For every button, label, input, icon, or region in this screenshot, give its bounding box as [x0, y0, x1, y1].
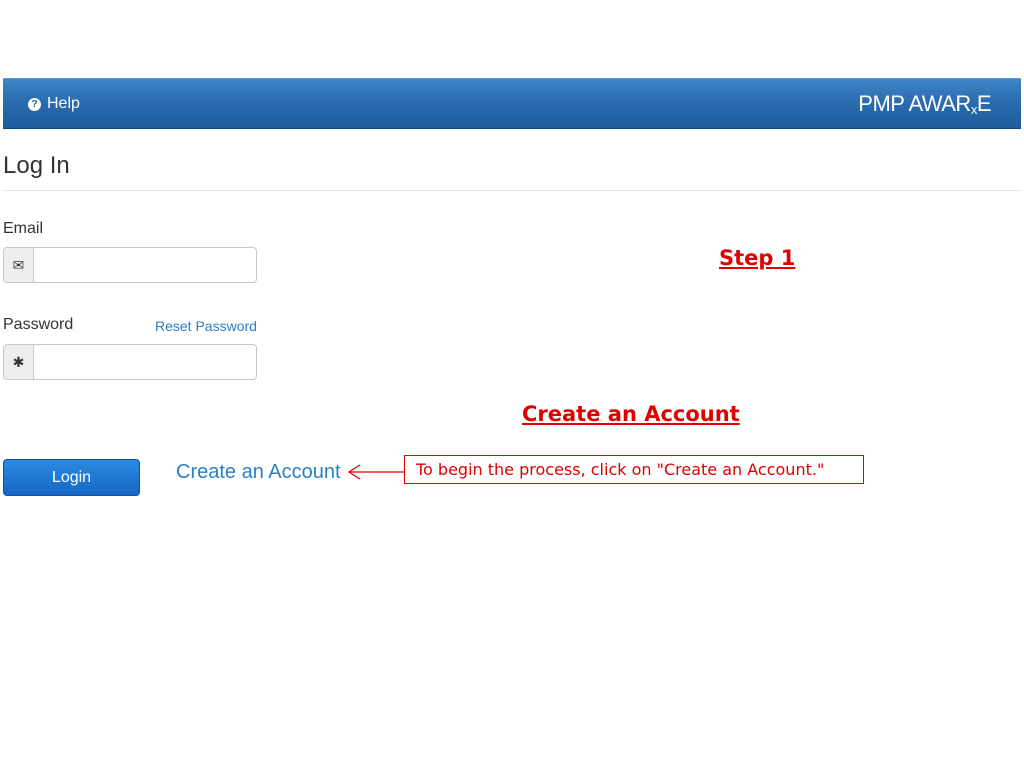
email-label: Email [3, 220, 44, 237]
top-navigation-bar: ? Help PMP AWARxE [3, 78, 1021, 129]
envelope-icon: ✉ [4, 248, 34, 282]
brand-main: PMP AWAR [858, 91, 971, 116]
password-field: ✱ [3, 344, 257, 380]
create-account-link[interactable]: Create an Account [176, 461, 341, 484]
create-account-annotation-heading: Create an Account [522, 402, 740, 426]
step-annotation: Step 1 [719, 246, 796, 270]
email-input[interactable] [34, 248, 256, 282]
brand-logo: PMP AWARxE [858, 91, 991, 117]
brand-end: E [976, 91, 992, 116]
reset-password-link[interactable]: Reset Password [155, 318, 257, 334]
password-label: Password [3, 316, 74, 333]
asterisk-icon: ✱ [4, 345, 34, 379]
email-field: ✉ [3, 247, 257, 283]
question-circle-icon: ? [28, 97, 41, 111]
title-divider [3, 190, 1021, 191]
password-input[interactable] [34, 345, 256, 379]
instruction-callout: To begin the process, click on "Create a… [404, 455, 864, 484]
help-label: Help [47, 95, 80, 112]
page-title: Log In [3, 152, 70, 179]
arrow-left-icon [347, 464, 404, 480]
login-button[interactable]: Login [3, 459, 140, 496]
help-link[interactable]: ? Help [28, 95, 80, 113]
